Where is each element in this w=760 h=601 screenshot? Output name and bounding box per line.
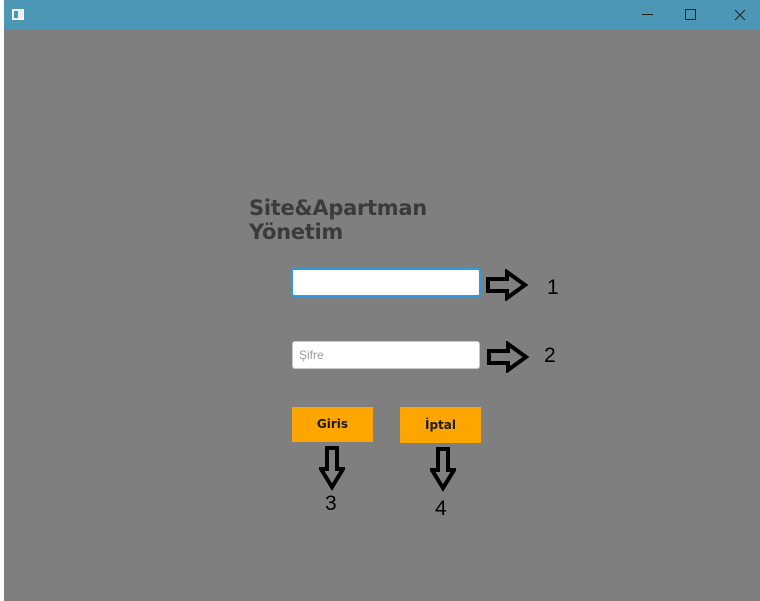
down-arrow-icon	[319, 446, 345, 491]
close-icon	[734, 9, 746, 21]
minimize-icon	[642, 14, 653, 15]
password-input[interactable]	[292, 341, 480, 369]
annotation-label-2: 2	[544, 344, 556, 367]
annotation-label-1: 1	[547, 276, 559, 299]
annotation-label-3: 3	[325, 492, 337, 515]
title-bar[interactable]	[4, 0, 760, 30]
close-button[interactable]	[718, 0, 760, 30]
app-window: Site&Apartman Yönetim Giris İptal 1 2 3 …	[4, 0, 760, 601]
maximize-icon	[685, 9, 696, 20]
right-arrow-icon	[486, 269, 529, 301]
maximize-button[interactable]	[670, 0, 714, 30]
username-input[interactable]	[291, 268, 481, 297]
minimize-button[interactable]	[626, 0, 670, 30]
annotation-label-4: 4	[435, 497, 447, 520]
app-icon	[12, 9, 24, 20]
cancel-button[interactable]: İptal	[400, 407, 481, 443]
page-title: Site&Apartman Yönetim	[249, 196, 427, 244]
down-arrow-icon	[430, 447, 456, 492]
login-button[interactable]: Giris	[292, 407, 373, 442]
right-arrow-icon	[487, 341, 530, 373]
